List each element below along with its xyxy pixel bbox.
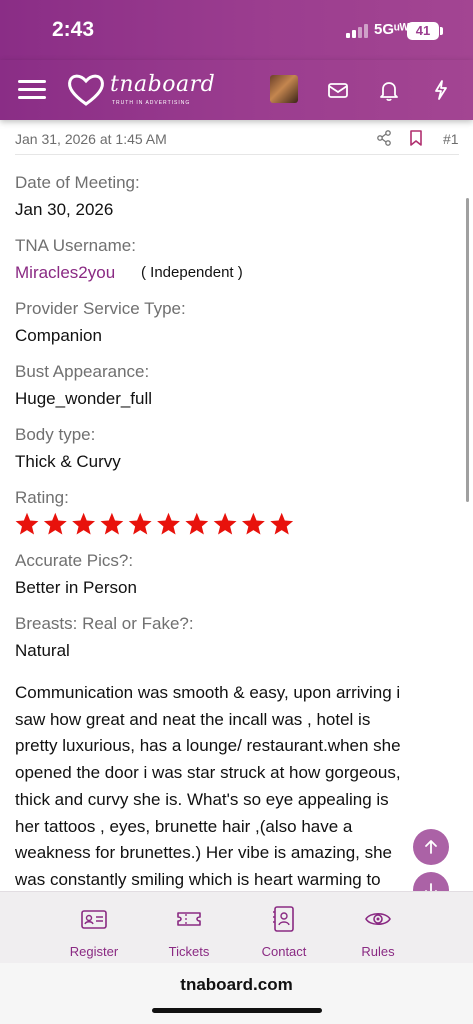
app-header: tnaboard TRUTH IN ADVERTISING <box>0 60 473 120</box>
rating-star-icon <box>213 512 237 535</box>
logo-tagline: TRUTH IN ADVERTISING <box>112 100 191 106</box>
review-line: saw how great and neat the incall was , … <box>15 709 371 729</box>
site-logo[interactable]: tnaboard TRUTH IN ADVERTISING <box>66 70 215 114</box>
accurate-pics-value: Better in Person <box>15 578 137 597</box>
post-number[interactable]: #1 <box>443 131 459 147</box>
nav-rules[interactable]: Rules <box>331 892 425 964</box>
contact-icon <box>273 906 294 932</box>
rating-star-icon <box>185 512 209 535</box>
rating-stars-svg <box>15 512 294 535</box>
rating-stars <box>15 512 298 536</box>
signal-icon <box>346 24 368 38</box>
status-bar: 2:43 5Gᵘᵂ 41 <box>0 0 473 60</box>
review-line: pretty luxurious, has a lounge/ restaura… <box>15 736 401 756</box>
bell-icon[interactable] <box>377 78 401 102</box>
logo-text: tnaboard <box>110 72 216 97</box>
nav-tickets[interactable]: Tickets <box>142 892 236 964</box>
heart-logo-icon <box>68 74 104 106</box>
rating-star-icon <box>72 512 96 535</box>
tna-username-label: TNA Username: <box>15 236 136 255</box>
avatar[interactable] <box>270 75 298 103</box>
bust-appearance-label: Bust Appearance: <box>15 362 150 381</box>
home-indicator[interactable] <box>152 1008 322 1013</box>
network-type: 5Gᵘᵂ <box>374 21 410 38</box>
breasts-label: Breasts: Real or Fake?: <box>15 614 194 633</box>
review-line: thick and curvy she is. What's so eye ap… <box>15 789 389 809</box>
bookmark-icon[interactable] <box>409 130 423 146</box>
nav-tickets-label: Tickets <box>168 944 210 959</box>
scroll-up-button[interactable] <box>413 829 449 865</box>
battery-tip <box>440 27 443 35</box>
breasts-value: Natural <box>15 641 70 660</box>
rating-star-icon <box>128 512 152 535</box>
ticket-icon <box>177 912 201 926</box>
review-line: Communication was smooth & easy, upon ar… <box>15 683 401 702</box>
post-meta: Jan 31, 2026 at 1:45 AM #1 <box>15 122 459 155</box>
date-of-meeting-label: Date of Meeting: <box>15 173 140 192</box>
post-date[interactable]: Jan 31, 2026 at 1:45 AM <box>15 131 167 147</box>
service-type-value: Companion <box>15 326 102 345</box>
browser-url-bar[interactable]: tnaboard.com <box>0 963 473 1024</box>
rating-star-icon <box>43 512 67 535</box>
rating-star-icon <box>100 512 124 535</box>
nav-register-label: Register <box>69 944 119 959</box>
review-body: Communication was smooth & easy, upon ar… <box>15 680 459 894</box>
mail-icon[interactable] <box>326 78 350 102</box>
accurate-pics-label: Accurate Pics?: <box>15 551 134 570</box>
id-card-icon <box>81 910 107 929</box>
nav-register[interactable]: Register <box>47 892 141 964</box>
rating-star-icon <box>157 512 180 535</box>
username-link[interactable]: Miracles2you <box>15 263 115 283</box>
bolt-icon[interactable] <box>429 78 453 102</box>
body-type-value: Thick & Curvy <box>15 452 121 471</box>
username-tag: ( Independent ) <box>141 264 243 281</box>
rating-label: Rating: <box>15 488 69 507</box>
arrow-up-icon <box>425 840 437 854</box>
nav-rules-label: Rules <box>361 944 395 959</box>
menu-icon[interactable] <box>18 77 46 101</box>
rating-star-icon <box>15 512 39 535</box>
bust-appearance-value: Huge_wonder_full <box>15 389 153 408</box>
body-type-label: Body type: <box>15 425 96 444</box>
rating-star-icon <box>241 512 265 535</box>
share-icon[interactable] <box>376 130 392 146</box>
nav-contact-label: Contact <box>261 944 307 959</box>
review-line: was constantly smiling which is heart wa… <box>15 869 381 889</box>
service-type-label: Provider Service Type: <box>15 299 186 318</box>
eye-icon <box>365 912 391 926</box>
bottom-nav: Register Tickets Contact Rules <box>0 891 473 963</box>
review-line: her tattoos , eyes, brunette hair ,(also… <box>15 816 353 836</box>
date-of-meeting-value: Jan 30, 2026 <box>15 200 114 219</box>
nav-contact[interactable]: Contact <box>237 892 331 964</box>
scrollbar[interactable] <box>466 198 469 502</box>
rating-star-icon <box>270 512 294 535</box>
battery-icon: 41 <box>407 22 439 40</box>
review-line: opened the door i was star struck at how… <box>15 763 401 783</box>
review-line: weakness for brunettes.) Her vibe is ama… <box>15 843 393 863</box>
url-text[interactable]: tnaboard.com <box>0 975 473 995</box>
status-time: 2:43 <box>52 18 95 41</box>
